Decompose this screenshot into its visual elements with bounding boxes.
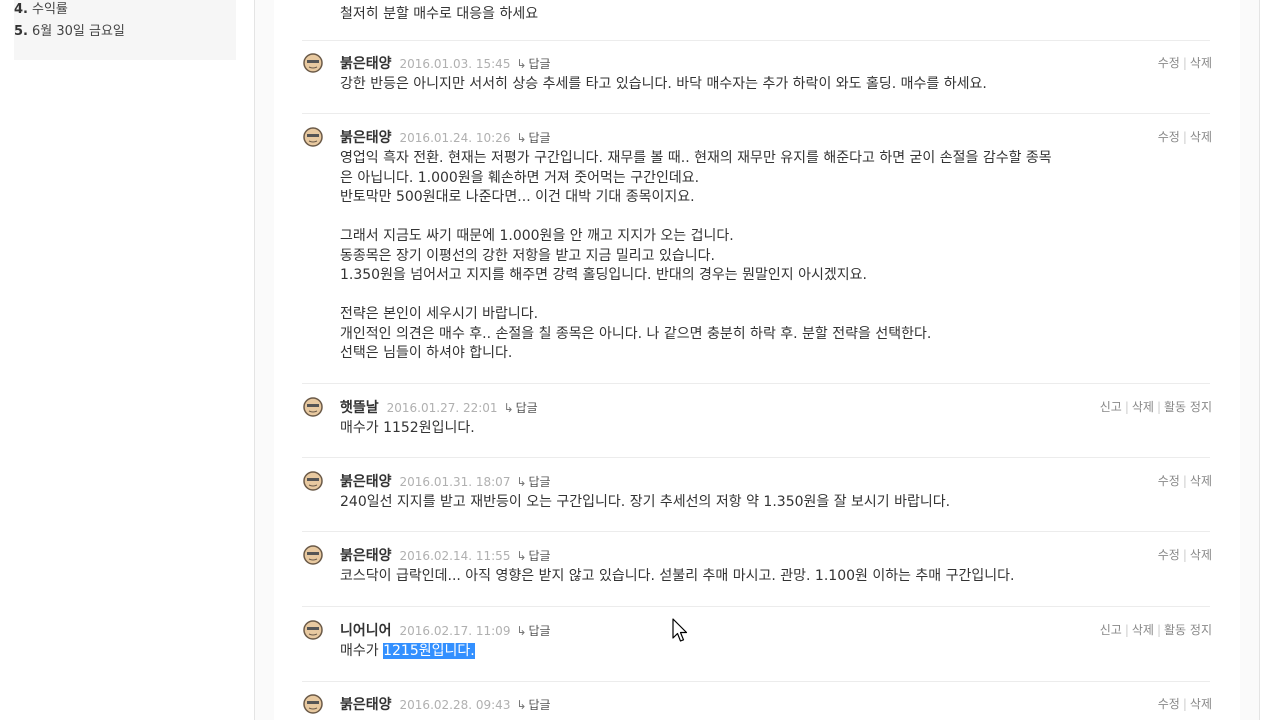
reply-arrow-icon: ↳ xyxy=(516,549,527,563)
comment-date: 2016.01.24. 10:26 xyxy=(399,131,511,145)
comment-date: 2016.02.14. 11:55 xyxy=(399,549,511,563)
delete-button[interactable]: 삭제 xyxy=(1190,548,1212,562)
selected-text: 1215원입니다. xyxy=(383,643,475,659)
comment-author[interactable]: 니어니어 xyxy=(340,623,392,639)
divider xyxy=(302,531,1210,532)
comment-text-partial: 철저히 분할 매수로 대응을 하세요 xyxy=(340,6,539,22)
comment-author[interactable]: 붉은태양 xyxy=(340,56,392,72)
reply-arrow-icon: ↳ xyxy=(503,401,514,415)
comment-author[interactable]: 붉은태양 xyxy=(340,474,392,490)
avatar-icon[interactable] xyxy=(303,471,323,491)
reply-button[interactable]: ↳ 답글 xyxy=(516,57,550,71)
edit-button[interactable]: 수정 xyxy=(1158,56,1180,70)
delete-button[interactable]: 삭제 xyxy=(1190,130,1212,144)
suspend-button[interactable]: 활동 정지 xyxy=(1164,623,1212,637)
comment-date: 2016.01.03. 15:45 xyxy=(399,57,511,71)
avatar-icon[interactable] xyxy=(303,397,323,417)
reply-arrow-icon: ↳ xyxy=(516,698,527,712)
avatar-icon[interactable] xyxy=(303,620,323,640)
comment-body: 매수가 1152원입니다. xyxy=(340,420,475,436)
delete-button[interactable]: 삭제 xyxy=(1190,56,1212,70)
reply-button[interactable]: ↳ 답글 xyxy=(516,475,550,489)
avatar-icon[interactable] xyxy=(303,694,323,714)
comment-date: 2016.02.17. 11:09 xyxy=(399,624,511,638)
delete-button[interactable]: 삭제 xyxy=(1190,474,1212,488)
comment-date: 2016.01.27. 22:01 xyxy=(386,401,498,415)
comment-body: 영업익 흑자 전환. 현재는 저평가 구간입니다. 재무를 볼 때.. 현재의 … xyxy=(340,150,1052,361)
reply-button[interactable]: ↳ 답글 xyxy=(504,401,538,415)
edit-button[interactable]: 수정 xyxy=(1158,474,1180,488)
edit-button[interactable]: 수정 xyxy=(1158,130,1180,144)
reply-button[interactable]: ↳ 답글 xyxy=(516,549,550,563)
comment-date: 2016.02.28. 09:43 xyxy=(399,698,511,712)
reply-arrow-icon: ↳ xyxy=(516,57,527,71)
reply-button[interactable]: ↳ 답글 xyxy=(516,624,550,638)
comment-body: 강한 반등은 아니지만 서서히 상승 추세를 타고 있습니다. 바닥 매수자는 … xyxy=(340,76,987,92)
reply-arrow-icon: ↳ xyxy=(516,624,527,638)
comment-author[interactable]: 붉은태양 xyxy=(340,548,392,564)
comment-author[interactable]: 붉은태양 xyxy=(340,130,392,146)
report-button[interactable]: 신고 xyxy=(1100,623,1122,637)
delete-button[interactable]: 삭제 xyxy=(1190,697,1212,711)
divider xyxy=(302,606,1210,607)
divider xyxy=(302,40,1210,41)
divider xyxy=(302,383,1210,384)
delete-button[interactable]: 삭제 xyxy=(1132,400,1154,414)
avatar-icon[interactable] xyxy=(303,127,323,147)
divider xyxy=(302,681,1210,682)
reply-arrow-icon: ↳ xyxy=(516,131,527,145)
mouse-cursor-icon xyxy=(672,618,688,642)
comment-author[interactable]: 햇뜰날 xyxy=(340,400,379,416)
comment-body: 매수가 1215원입니다. xyxy=(340,643,475,659)
divider xyxy=(302,113,1210,114)
comment-body: 240일선 지지를 받고 재반등이 오는 구간입니다. 장기 추세선의 저항 약… xyxy=(340,494,951,510)
suspend-button[interactable]: 활동 정지 xyxy=(1164,400,1212,414)
comment-body: 코스닥이 급락인데... 아직 영향은 받지 않고 있습니다. 섣불리 추매 마… xyxy=(340,568,1015,584)
avatar-icon[interactable] xyxy=(303,545,323,565)
divider xyxy=(302,457,1210,458)
reply-button[interactable]: ↳ 답글 xyxy=(516,131,550,145)
reply-button[interactable]: ↳ 답글 xyxy=(516,698,550,712)
edit-button[interactable]: 수정 xyxy=(1158,548,1180,562)
edit-button[interactable]: 수정 xyxy=(1158,697,1180,711)
delete-button[interactable]: 삭제 xyxy=(1132,623,1154,637)
report-button[interactable]: 신고 xyxy=(1100,400,1122,414)
avatar-icon[interactable] xyxy=(303,53,323,73)
sidebar-item-1[interactable]: 4. 수익률 xyxy=(14,0,68,17)
reply-arrow-icon: ↳ xyxy=(516,475,527,489)
comment-date: 2016.01.31. 18:07 xyxy=(399,475,511,489)
sidebar-item-2[interactable]: 5. 6월 30일 금요일 xyxy=(14,20,125,39)
comment-author[interactable]: 붉은태양 xyxy=(340,697,392,713)
